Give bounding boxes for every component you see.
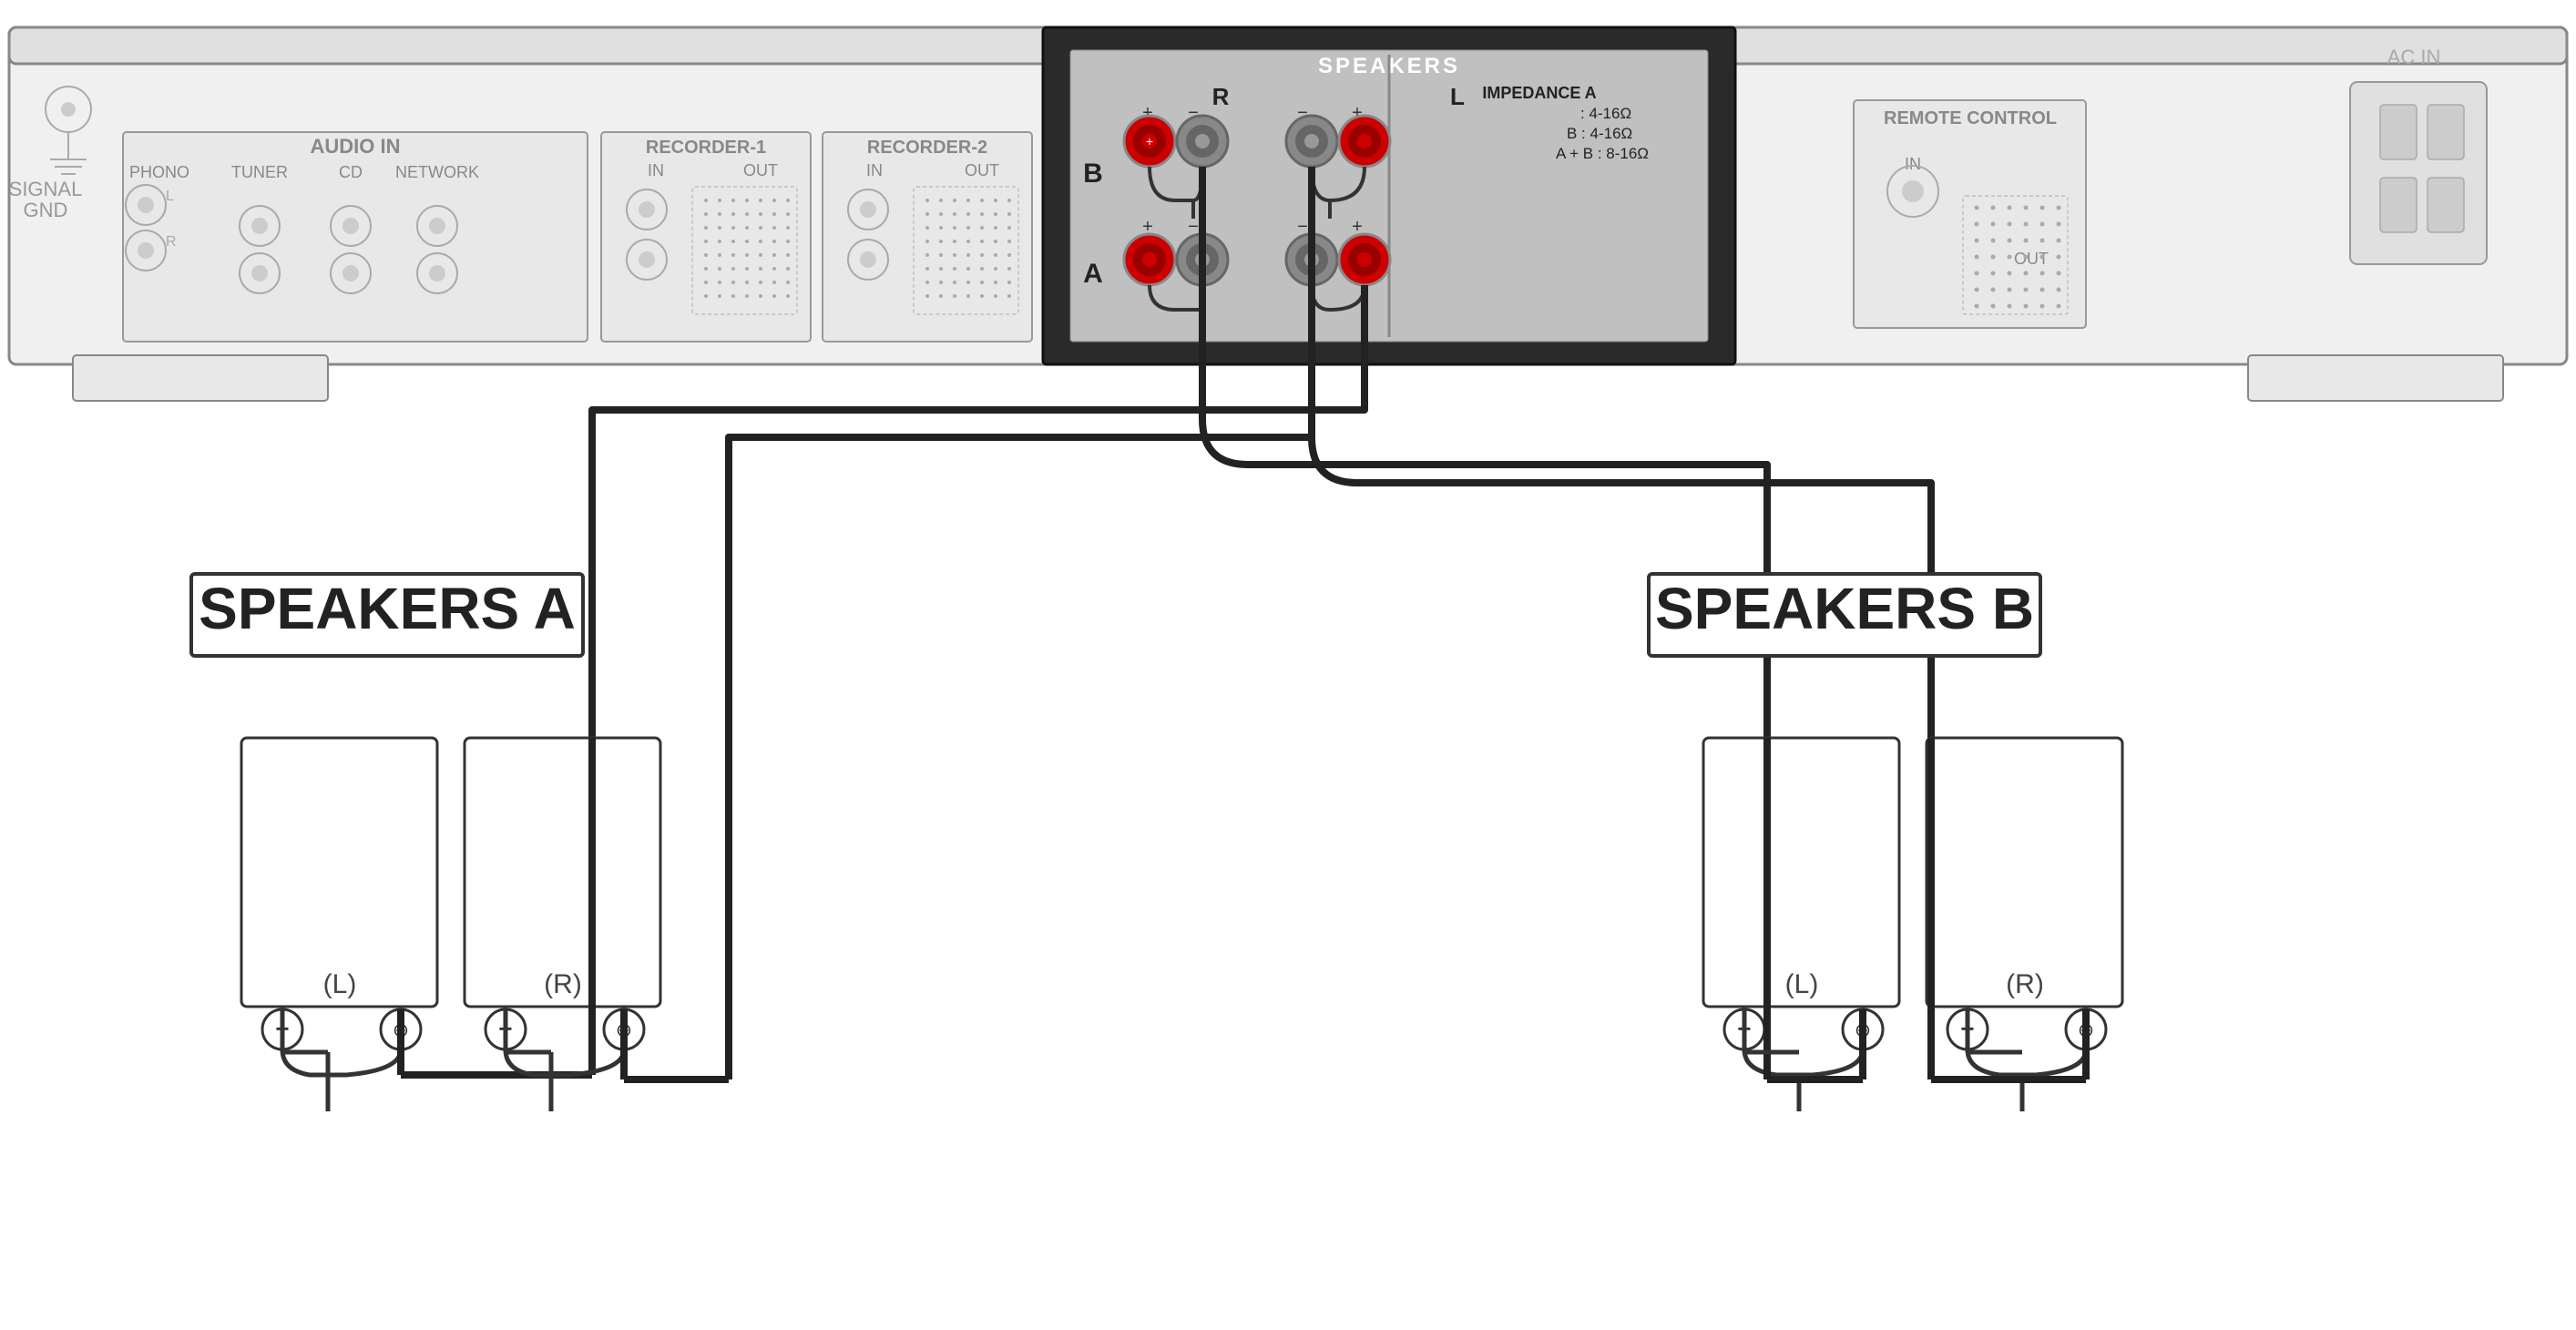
speaker-b-left-label: (L) (1785, 969, 1819, 999)
remote-control-label: REMOTE CONTROL (1884, 108, 2057, 128)
speakers-a-label: SPEAKERS A (199, 576, 576, 641)
audio-in-label: AUDIO IN (311, 135, 401, 158)
svg-text:: 4-16Ω: : 4-16Ω (1580, 105, 1631, 122)
svg-text:A: A (1083, 259, 1103, 289)
svg-text:R: R (166, 234, 177, 250)
svg-text:IN: IN (866, 161, 883, 179)
svg-text:+: + (1146, 134, 1153, 148)
svg-text:B: B (1083, 159, 1103, 189)
speaker-a-left-label: (L) (323, 969, 357, 999)
svg-text:L: L (166, 189, 174, 204)
gnd-label: GND (24, 199, 68, 221)
svg-text:OUT: OUT (965, 161, 999, 179)
svg-text:RECORDER-2: RECORDER-2 (867, 138, 987, 158)
speaker-b-right-label: (R) (2006, 969, 2044, 999)
svg-text:CD: CD (339, 163, 363, 181)
svg-text:NETWORK: NETWORK (395, 163, 479, 181)
svg-text:TUNER: TUNER (231, 163, 288, 181)
svg-text:IMPEDANCE A: IMPEDANCE A (1482, 84, 1596, 102)
ac-in-label: AC IN (2387, 46, 2441, 68)
diagram-container: SIGNAL GND AUDIO IN PHONO TUNER CD NETWO… (0, 0, 2576, 1325)
svg-text:RECORDER-1: RECORDER-1 (646, 138, 766, 158)
svg-text:L: L (1450, 83, 1465, 110)
svg-text:R: R (1212, 83, 1230, 110)
svg-text:B : 4-16Ω: B : 4-16Ω (1567, 125, 1632, 142)
svg-text:OUT: OUT (743, 161, 778, 179)
svg-text:PHONO: PHONO (129, 163, 189, 181)
speakers-b-label: SPEAKERS B (1655, 576, 2034, 641)
svg-text:IN: IN (648, 161, 664, 179)
speaker-a-right-label: (R) (544, 969, 582, 999)
svg-text:A + B : 8-16Ω: A + B : 8-16Ω (1556, 145, 1649, 162)
svg-text:IN: IN (1905, 155, 1921, 173)
signal-label: SIGNAL (9, 178, 83, 200)
